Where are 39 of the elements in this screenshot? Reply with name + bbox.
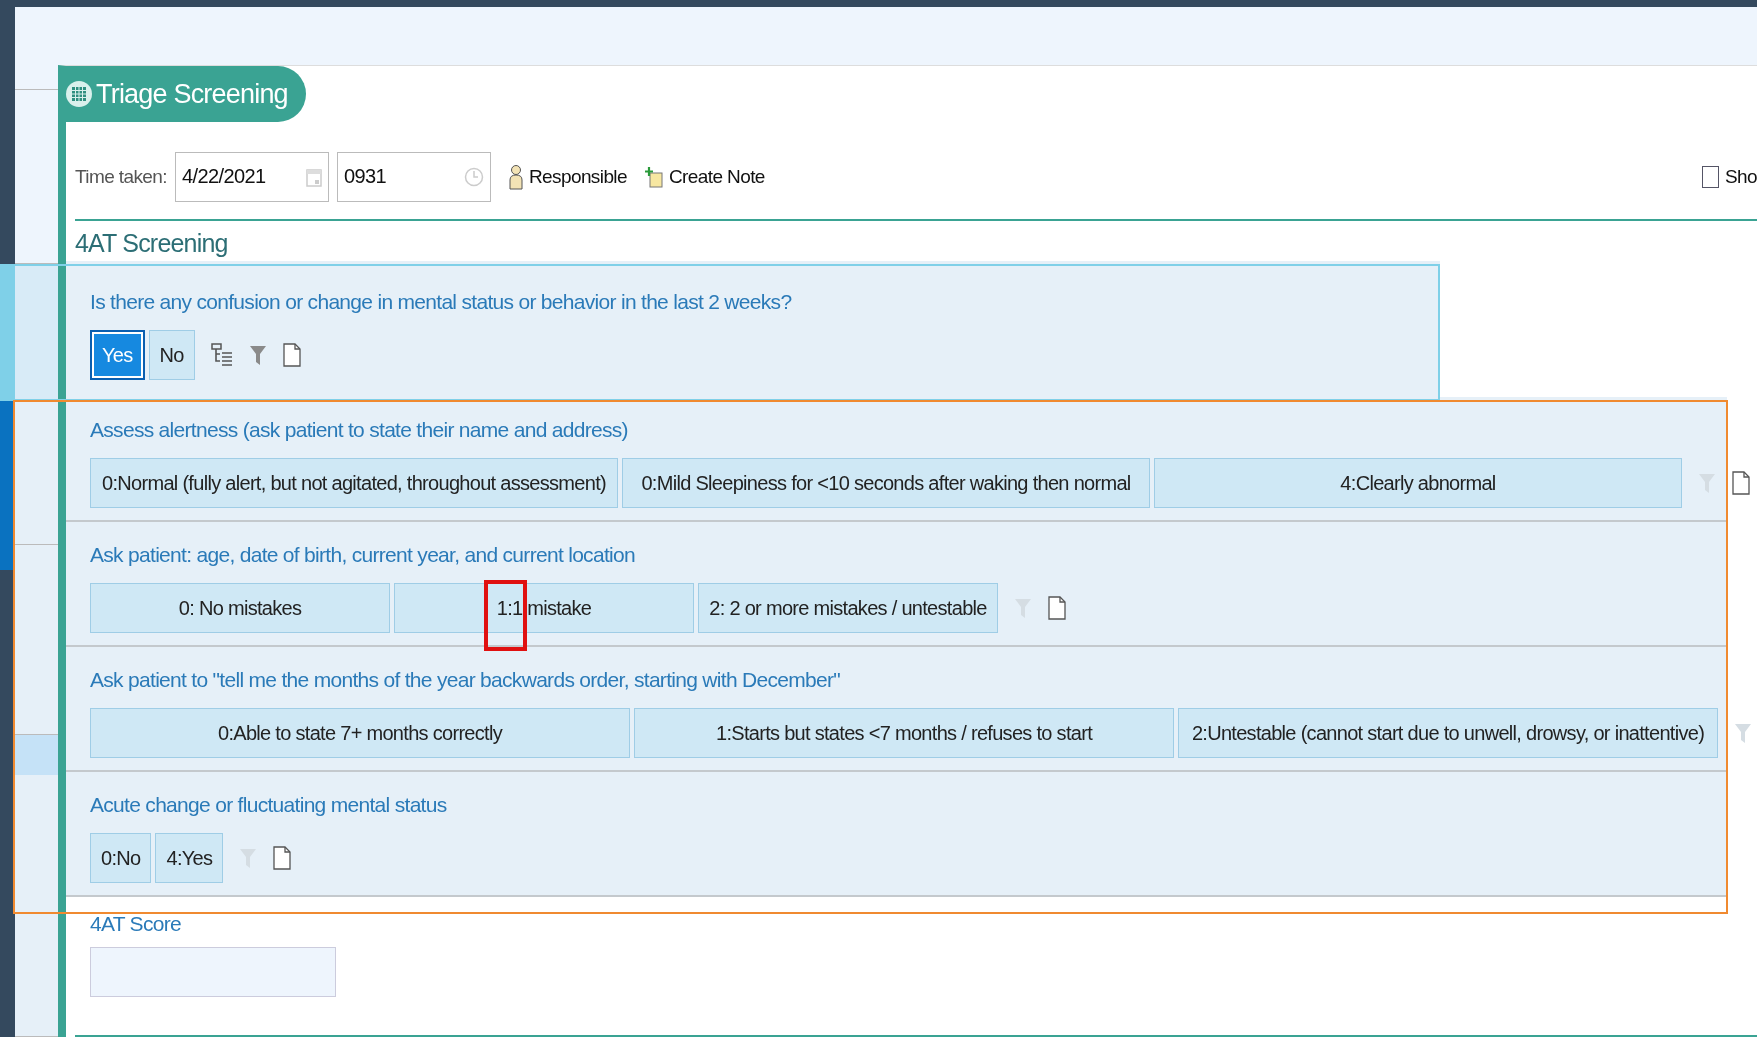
responsible-button[interactable]: Responsible (508, 163, 627, 190)
answer-option[interactable]: 1:1 mistake (394, 583, 694, 633)
question-text: Ask patient: age, date of birth, current year, and current location (90, 542, 636, 568)
document-icon[interactable] (1048, 596, 1066, 620)
date-field[interactable]: 4/22/2021 (174, 151, 329, 202)
answer-option[interactable]: 0:Mild Sleepiness for <10 seconds after waking then normal (622, 458, 1150, 508)
answer-option[interactable]: 0:Normal (fully alert, but not agitated, throughout assessment) (90, 458, 618, 508)
time-taken-label: Time taken: (75, 165, 167, 188)
clock-icon (463, 166, 484, 187)
filter-icon[interactable] (248, 344, 267, 366)
answer-option[interactable]: 2:Untestable (cannot start due to unwell, drowsy, or inattentive) (1178, 708, 1718, 758)
question-text: Assess alertness (ask patient to state their name and address) (90, 417, 629, 443)
highlight-frame (484, 580, 527, 651)
answer-option[interactable]: 1:Starts but states <7 months / refuses to start (634, 708, 1174, 758)
score-field[interactable] (90, 947, 336, 997)
answer-option[interactable]: 0: No mistakes (90, 583, 390, 633)
answer-option[interactable]: 0:No (90, 833, 152, 883)
time-field[interactable]: 0931 (336, 151, 491, 202)
document-icon[interactable] (1732, 471, 1750, 495)
calendar-icon (305, 166, 322, 187)
show-checkbox[interactable]: Sho (1702, 165, 1757, 188)
answer-option[interactable]: 2: 2 or more mistakes / untestable (698, 583, 998, 633)
answer-option[interactable]: 4:Yes (155, 833, 224, 883)
grid-icon (66, 81, 92, 107)
section-title: 4AT Screening (74, 228, 229, 259)
add-note-icon (644, 165, 663, 188)
question-text: Acute change or fluctuating mental status (90, 792, 448, 818)
answer-option[interactable]: Yes (90, 330, 145, 380)
create-note-button[interactable]: Create Note (644, 165, 765, 188)
list-icon[interactable] (210, 342, 233, 368)
question-text: Is there any confusion or change in mental status or behavior in the last 2 weeks? (90, 289, 793, 315)
document-icon[interactable] (282, 343, 301, 367)
person-icon (508, 163, 523, 190)
document-icon[interactable] (273, 846, 292, 870)
answer-option[interactable]: No (148, 330, 195, 380)
answer-option[interactable]: 0:Able to state 7+ months correctly (90, 708, 630, 758)
score-label: 4AT Score (90, 911, 182, 937)
question-text: Ask patient to "tell me the months of the year backwards order, starting with December" (90, 667, 842, 693)
answer-option[interactable]: 4:Clearly abnormal (1154, 458, 1682, 508)
